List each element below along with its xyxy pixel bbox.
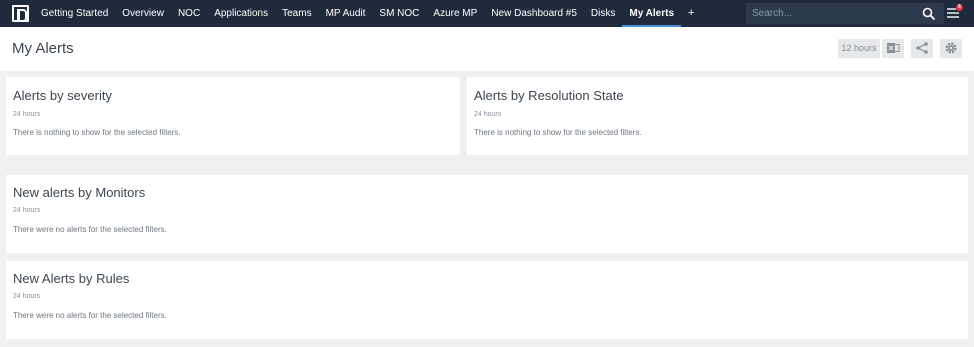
tab-sm-noc[interactable]: SM NOC: [372, 0, 426, 27]
dashboard-tabs: Getting Started Overview NOC Application…: [34, 0, 701, 27]
tab-azure-mp[interactable]: Azure MP: [426, 0, 484, 27]
widget-empty-message: There is nothing to show for the selecte…: [13, 128, 181, 137]
search-input[interactable]: [752, 3, 912, 24]
tab-getting-started[interactable]: Getting Started: [34, 0, 115, 27]
widget-title: New Alerts by Rules: [13, 271, 130, 286]
page-header: My Alerts 12 hours: [0, 27, 974, 71]
alerts-by-severity-widget: Alerts by severity 24 hours There is not…: [6, 77, 460, 155]
search-box: [746, 3, 944, 24]
tab-overview[interactable]: Overview: [115, 0, 171, 27]
widget-time-range: 24 hours: [474, 111, 502, 118]
new-alerts-by-monitors-widget: New alerts by Monitors 24 hours There we…: [6, 175, 968, 253]
new-alerts-by-rules-widget: New Alerts by Rules 24 hours There were …: [6, 261, 968, 339]
tab-applications[interactable]: Applications: [207, 0, 275, 27]
widget-empty-message: There is nothing to show for the selecte…: [474, 128, 642, 137]
notification-badge: 6: [956, 4, 963, 11]
widget-time-range: 24 hours: [13, 207, 41, 214]
tab-new-dashboard-5[interactable]: New Dashboard #5: [484, 0, 584, 27]
search-icon[interactable]: [922, 7, 936, 21]
tab-my-alerts[interactable]: My Alerts: [622, 0, 682, 27]
tab-mp-audit[interactable]: MP Audit: [319, 0, 373, 27]
export-excel-button[interactable]: [882, 39, 904, 58]
page-title: My Alerts: [12, 40, 74, 57]
tab-noc[interactable]: NOC: [171, 0, 207, 27]
gear-icon: [945, 42, 957, 54]
widget-title: Alerts by severity: [13, 88, 112, 103]
excel-icon: [887, 43, 900, 53]
widget-title: Alerts by Resolution State: [474, 88, 624, 103]
logo-icon[interactable]: [12, 5, 29, 22]
settings-button[interactable]: [940, 39, 962, 58]
widget-title: New alerts by Monitors: [13, 185, 146, 200]
widget-empty-message: There were no alerts for the selected fi…: [13, 225, 167, 234]
alerts-by-resolution-state-widget: Alerts by Resolution State 24 hours Ther…: [467, 77, 968, 155]
share-icon: [916, 42, 928, 54]
top-nav-bar: Getting Started Overview NOC Application…: [0, 0, 974, 27]
widget-time-range: 24 hours: [13, 111, 41, 118]
share-button[interactable]: [911, 39, 933, 58]
add-dashboard-button[interactable]: +: [681, 0, 701, 27]
time-range-button[interactable]: 12 hours: [838, 39, 880, 58]
tab-disks[interactable]: Disks: [584, 0, 622, 27]
tab-teams[interactable]: Teams: [275, 0, 318, 27]
widget-empty-message: There were no alerts for the selected fi…: [13, 311, 167, 320]
widget-time-range: 24 hours: [13, 293, 41, 300]
